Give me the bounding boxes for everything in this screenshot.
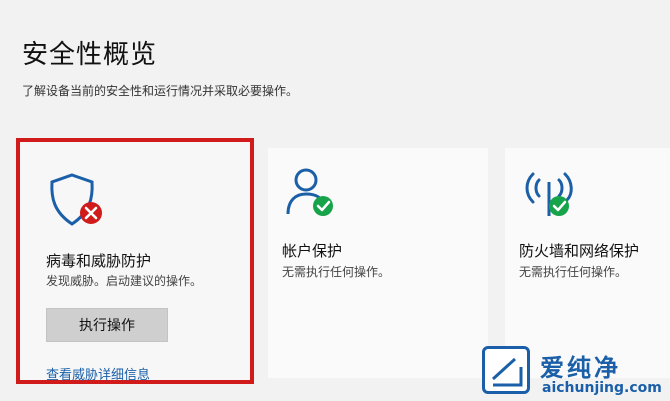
card-virus-threat-protection[interactable]: 病毒和威胁防护 发现威胁。启动建议的操作。 执行操作 查看威胁详细信息 [16,138,254,384]
account-person-icon [282,166,344,228]
card-description: 无需执行任何操作。 [282,265,391,279]
card-description: 无需执行任何操作。 [519,265,628,279]
view-threat-details-link[interactable]: 查看威胁详细信息 [46,364,150,383]
card-firewall-network-protection[interactable]: 防火墙和网络保护 无需执行任何操作。 [505,148,670,378]
page-title: 安全性概览 [22,40,158,70]
firewall-antenna-icon [519,166,581,228]
page-subtitle: 了解设备当前的安全性和运行情况并采取必要操作。 [22,84,299,98]
virus-shield-icon [46,172,108,234]
watermark-text: 爱纯净 [540,354,621,382]
watermark-logo: 爱纯净 aichunjing.com [478,346,670,401]
card-title: 帐户保护 [282,242,343,260]
watermark-url: aichunjing.com [542,380,662,396]
card-account-protection[interactable]: 帐户保护 无需执行任何操作。 [268,148,488,378]
card-description: 发现威胁。启动建议的操作。 [46,274,203,288]
card-title: 病毒和威胁防护 [46,252,152,270]
card-title: 防火墙和网络保护 [519,242,640,260]
watermark-box-icon [482,346,530,394]
take-action-button[interactable]: 执行操作 [46,308,168,342]
